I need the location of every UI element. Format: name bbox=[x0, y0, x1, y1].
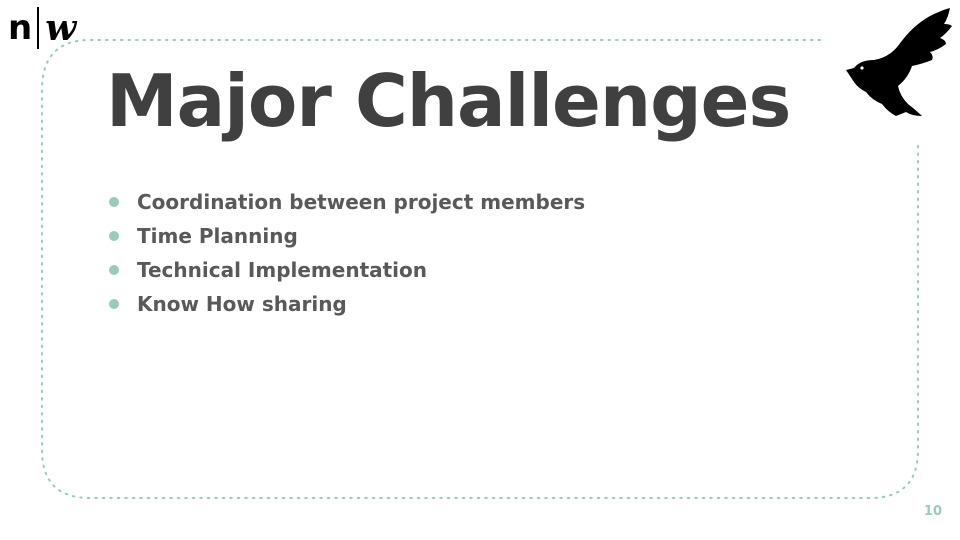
bullet-dot-icon bbox=[109, 197, 119, 207]
bullet-dot-icon bbox=[109, 231, 119, 241]
bullet-text: Time Planning bbox=[137, 224, 298, 248]
fhnw-logo: n w bbox=[8, 4, 76, 52]
list-item: Technical Implementation bbox=[106, 253, 585, 287]
logo-w-letter: w bbox=[45, 7, 77, 49]
list-item: Time Planning bbox=[106, 219, 585, 253]
bullet-text: Technical Implementation bbox=[137, 258, 428, 282]
slide: n w Major Challenges Coordination betwee… bbox=[0, 0, 960, 540]
list-item: Know How sharing bbox=[106, 287, 585, 321]
list-item: Coordination between project members bbox=[106, 185, 585, 219]
bullet-dot-icon bbox=[109, 265, 119, 275]
logo-divider bbox=[37, 7, 40, 49]
slide-title: Major Challenges bbox=[106, 59, 791, 143]
bullet-dot-icon bbox=[109, 299, 119, 309]
bullet-text: Know How sharing bbox=[137, 292, 347, 316]
bullet-text: Coordination between project members bbox=[137, 190, 586, 214]
logo-n-letter: n bbox=[8, 8, 32, 48]
page-number: 10 bbox=[923, 504, 942, 519]
bullet-list: Coordination between project members Tim… bbox=[106, 185, 585, 321]
bird-icon bbox=[846, 8, 952, 116]
